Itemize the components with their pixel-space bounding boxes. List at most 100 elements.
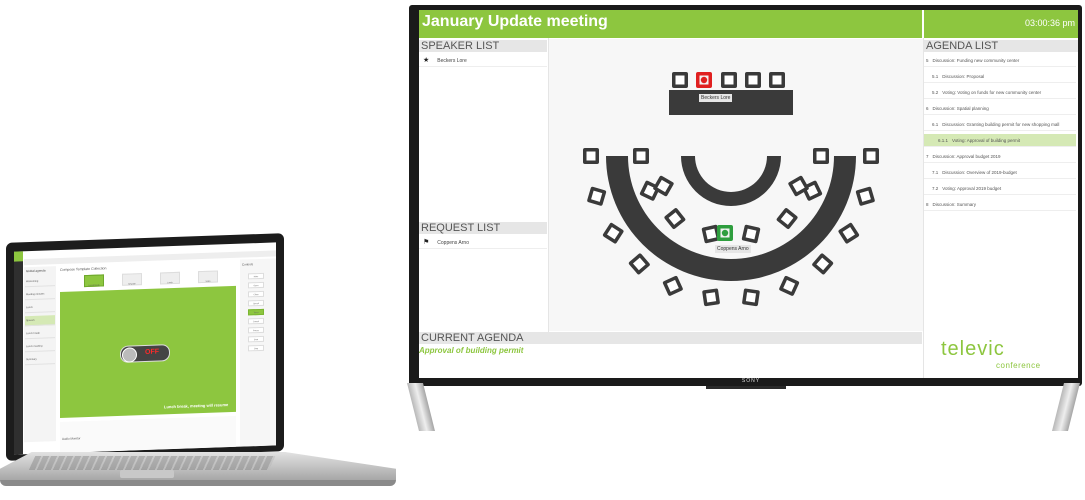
- agenda-nav-item[interactable]: Summary: [25, 354, 55, 366]
- agenda-item-text: Discussion: Overview of 2019-budget: [942, 170, 1017, 175]
- laptop-keyboard: [28, 456, 276, 470]
- control-button[interactable]: Timer: [248, 308, 264, 316]
- control-button[interactable]: Speak: [248, 299, 264, 307]
- control-button[interactable]: Open: [248, 281, 264, 289]
- delegate-seat: [812, 253, 834, 275]
- agenda-list-title: AGENDA LIST: [924, 40, 1078, 52]
- slide-tab[interactable]: Lunch break: [84, 274, 104, 288]
- delegate-seat: [702, 288, 720, 307]
- agenda-item-text: Discussion: Proposal: [942, 74, 985, 79]
- agenda-nav-item[interactable]: Lunch break: [25, 328, 55, 340]
- browser-bar: [24, 250, 276, 266]
- control-button[interactable]: Stop: [248, 344, 264, 352]
- slide-tab[interactable]: Keynote: [122, 273, 142, 286]
- tv-brand-label: SONY: [741, 378, 761, 384]
- slide-tab[interactable]: Lunch: [160, 271, 180, 285]
- delegate-seat: [779, 275, 800, 296]
- agenda-item: 5 Discussion: Funding new community cente…: [924, 54, 1076, 67]
- agenda-item: 6 Discussion: Spatial planning: [924, 102, 1076, 115]
- agenda-item-number: 5.1: [932, 74, 939, 79]
- switch-label: OFF: [145, 348, 159, 356]
- agenda-item: 5.1 Discussion: Proposal: [924, 70, 1076, 83]
- star-icon: ★: [423, 57, 430, 64]
- delegate-seat: [769, 72, 785, 88]
- agenda-item: 7.1 Discussion: Overview of 2019-budget: [924, 166, 1076, 179]
- agenda-nav-title: Global agenda: [26, 268, 46, 274]
- inner-desk-arc: [681, 156, 781, 206]
- delegate-seat: [602, 222, 624, 244]
- delegate-seat: [628, 253, 650, 275]
- speaking-delegate-label: Beckers Lore: [699, 94, 733, 102]
- app-logo-icon: [14, 251, 23, 262]
- delegate-seat: [664, 208, 686, 229]
- agenda-item-number: 6.1: [932, 122, 939, 127]
- agenda-item-number: 5: [926, 58, 929, 63]
- agenda-item: 5.2 Voting: Voting on funds for new commu…: [924, 86, 1076, 99]
- agenda-item-text: Voting: Voting on funds for new communit…: [942, 90, 1042, 95]
- request-list-title: REQUEST LIST: [419, 222, 547, 234]
- laptop-base-edge: [0, 480, 396, 486]
- clock-header: 03:00:36 pm: [924, 10, 1078, 38]
- agenda-item-text: Voting: Approval of building permit: [952, 138, 1021, 143]
- seating-map-svg: [583, 72, 879, 307]
- delegate-seat: [863, 148, 879, 164]
- agenda-item-number: 7: [926, 154, 929, 159]
- switch-knob: [122, 347, 137, 363]
- agenda-item-text: Discussion: Spatial planning: [932, 106, 989, 111]
- delegate-seat: [855, 186, 875, 206]
- agenda-nav-item[interactable]: Meeting minutes: [25, 289, 55, 301]
- speaker-list-item: ★ Beckers Lore: [419, 54, 547, 67]
- agenda-nav-item[interactable]: Speech: [25, 315, 55, 327]
- off-switch[interactable]: OFF: [120, 344, 170, 363]
- delegate-seat: [721, 72, 737, 88]
- agenda-item-number: 6.1.1: [938, 138, 949, 143]
- agenda-item: 8 Discussion: Summary: [924, 198, 1076, 211]
- control-button[interactable]: Cancel: [248, 317, 264, 325]
- clock-time: 03:00:36 pm: [1024, 18, 1075, 28]
- agenda-nav-item[interactable]: Lunch meeting: [25, 341, 55, 353]
- tv-leg-right: [1052, 383, 1080, 431]
- seating-map: Beckers Lore Coppens Arno: [549, 39, 923, 331]
- agenda-item-number: 5.2: [932, 90, 939, 95]
- televic-logo: televic: [941, 338, 1005, 360]
- control-button[interactable]: Pause: [248, 326, 264, 334]
- flag-icon: ⚑: [423, 239, 430, 246]
- control-button[interactable]: Mute: [248, 272, 264, 280]
- laptop-touchpad: [120, 470, 174, 478]
- delegate-seat: [741, 224, 761, 244]
- app-sidebar: [14, 251, 23, 455]
- delegate-seat: [742, 288, 760, 307]
- conference-display: January Update meeting 03:00:36 pm SPEAK…: [419, 10, 1078, 378]
- meeting-title: January Update meeting: [422, 13, 608, 30]
- agenda-item: 6.1 Discussion: Granting building permit …: [924, 118, 1076, 131]
- televic-logo-sub: conference: [996, 361, 1041, 370]
- agenda-item-text: Voting: Approval 2019 budget: [942, 186, 1002, 191]
- agenda-item-number: 8: [926, 202, 929, 207]
- speaker-name: Beckers Lore: [437, 58, 467, 64]
- request-list-item: ⚑ Coppens Arno: [419, 236, 547, 249]
- requesting-delegate-label: Coppens Arno: [715, 245, 751, 253]
- delegate-seat: [745, 72, 761, 88]
- tv-stand: [706, 386, 786, 389]
- tv-leg-left: [407, 383, 435, 431]
- control-button[interactable]: Start: [248, 335, 264, 343]
- agenda-nav-item[interactable]: Welcoming: [25, 276, 55, 288]
- slide-tab[interactable]: Votes: [198, 270, 218, 284]
- agenda-item-number: 7.1: [932, 170, 939, 175]
- delegate-seat: [776, 208, 798, 229]
- agenda-item: 7 Discussion: Approval budget 2019: [924, 150, 1076, 163]
- page-header: Compose Template Collection: [60, 266, 107, 272]
- delegate-seat: [813, 148, 829, 164]
- agenda-nav-item[interactable]: Lunch: [25, 302, 55, 314]
- controls-title: Controls: [242, 262, 254, 267]
- delegate-seat: [587, 186, 607, 206]
- speaking-seat: [696, 72, 712, 88]
- agenda-item-number: 6: [926, 106, 929, 111]
- agenda-item-text: Discussion: Granting building permit for…: [942, 122, 1060, 127]
- agenda-item-text: Discussion: Funding new community center: [932, 58, 1020, 63]
- delegate-seat: [633, 148, 649, 164]
- control-button[interactable]: Close: [248, 290, 264, 298]
- agenda-item-text: Discussion: Summary: [932, 202, 977, 207]
- current-agenda-value: Approval of building permit: [419, 346, 524, 355]
- bottom-panel: [60, 415, 236, 453]
